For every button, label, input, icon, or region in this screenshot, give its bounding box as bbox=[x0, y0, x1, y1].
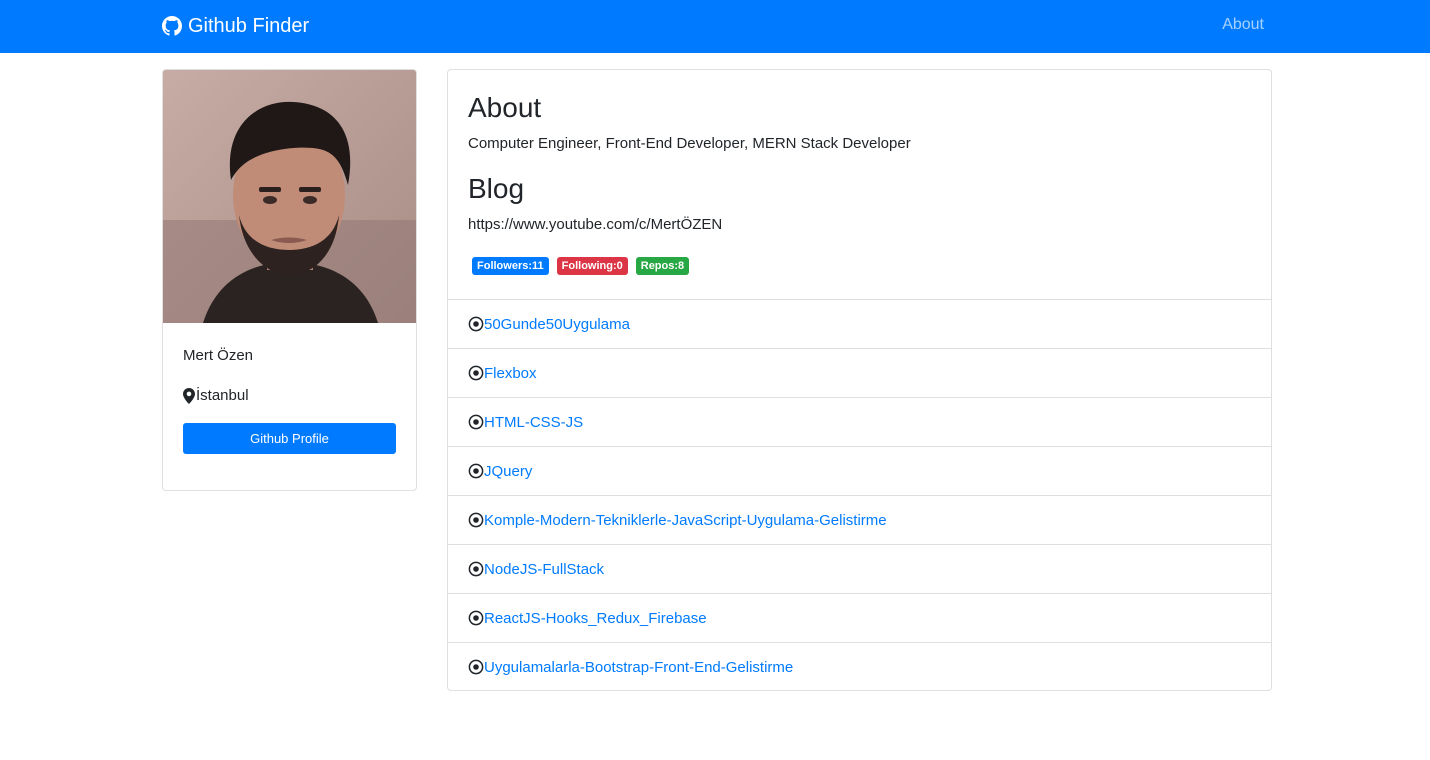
repo-link[interactable]: JQuery bbox=[484, 463, 532, 480]
location-label: İstanbul bbox=[196, 387, 249, 404]
about-heading: About bbox=[468, 92, 542, 123]
repo-item: Flexbox bbox=[448, 348, 1271, 397]
repo-item: HTML-CSS-JS bbox=[448, 397, 1271, 446]
details-card: About Computer Engineer, Front-End Devel… bbox=[447, 69, 1272, 691]
profile-name: Mert Özen bbox=[183, 347, 254, 364]
dot-circle-icon bbox=[468, 365, 484, 381]
repo-list: 50Gunde50Uygulama Flexbox HTML-CSS-JS JQ… bbox=[448, 299, 1271, 691]
map-marker-icon bbox=[183, 387, 195, 404]
dot-circle-icon bbox=[468, 561, 484, 577]
repo-link[interactable]: 50Gunde50Uygulama bbox=[484, 316, 630, 333]
repo-item: ReactJS-Hooks_Redux_Firebase bbox=[448, 593, 1271, 642]
brand-title: Github Finder bbox=[188, 14, 310, 37]
navbar: Github Finder About bbox=[0, 0, 1430, 53]
repo-link[interactable]: HTML-CSS-JS bbox=[484, 414, 583, 431]
dot-circle-icon bbox=[468, 463, 484, 479]
repos-badge: Repos:8 bbox=[635, 257, 690, 275]
followers-badge: Followers:11 bbox=[472, 257, 549, 275]
profile-card: Mert Özen İstanbul Github Profile bbox=[162, 69, 417, 491]
dot-circle-icon bbox=[468, 659, 484, 675]
profile-location: İstanbul bbox=[183, 387, 249, 404]
about-bio: Computer Engineer, Front-End Developer, … bbox=[468, 135, 911, 152]
repo-item: Uygulamalarla-Bootstrap-Front-End-Gelist… bbox=[448, 642, 1271, 691]
dot-circle-icon bbox=[468, 512, 484, 528]
repo-item: JQuery bbox=[448, 446, 1271, 495]
repo-link[interactable]: Uygulamalarla-Bootstrap-Front-End-Gelist… bbox=[484, 659, 793, 676]
repo-link[interactable]: ReactJS-Hooks_Redux_Firebase bbox=[484, 610, 707, 627]
following-badge: Following:0 bbox=[556, 257, 628, 275]
nav-about-link[interactable]: About bbox=[1222, 16, 1264, 34]
avatar bbox=[163, 70, 416, 323]
brand-link[interactable]: Github Finder bbox=[162, 14, 309, 38]
avatar-image bbox=[163, 70, 416, 323]
repo-item: 50Gunde50Uygulama bbox=[448, 299, 1271, 348]
github-profile-button[interactable]: Github Profile bbox=[183, 423, 396, 454]
repo-link[interactable]: Komple-Modern-Tekniklerle-JavaScript-Uyg… bbox=[484, 512, 887, 529]
repo-item: Komple-Modern-Tekniklerle-JavaScript-Uyg… bbox=[448, 495, 1271, 544]
blog-heading: Blog bbox=[468, 173, 525, 204]
dot-circle-icon bbox=[468, 414, 484, 430]
dot-circle-icon bbox=[468, 316, 484, 332]
repo-item: NodeJS-FullStack bbox=[448, 544, 1271, 593]
repo-link[interactable]: NodeJS-FullStack bbox=[484, 561, 604, 578]
repo-link[interactable]: Flexbox bbox=[484, 365, 537, 382]
dot-circle-icon bbox=[468, 610, 484, 626]
stats-badges: Followers:11 Following:0 Repos:8 bbox=[472, 257, 690, 275]
blog-url: https://www.youtube.com/c/MertÖZEN bbox=[468, 216, 723, 233]
github-icon bbox=[162, 16, 182, 36]
